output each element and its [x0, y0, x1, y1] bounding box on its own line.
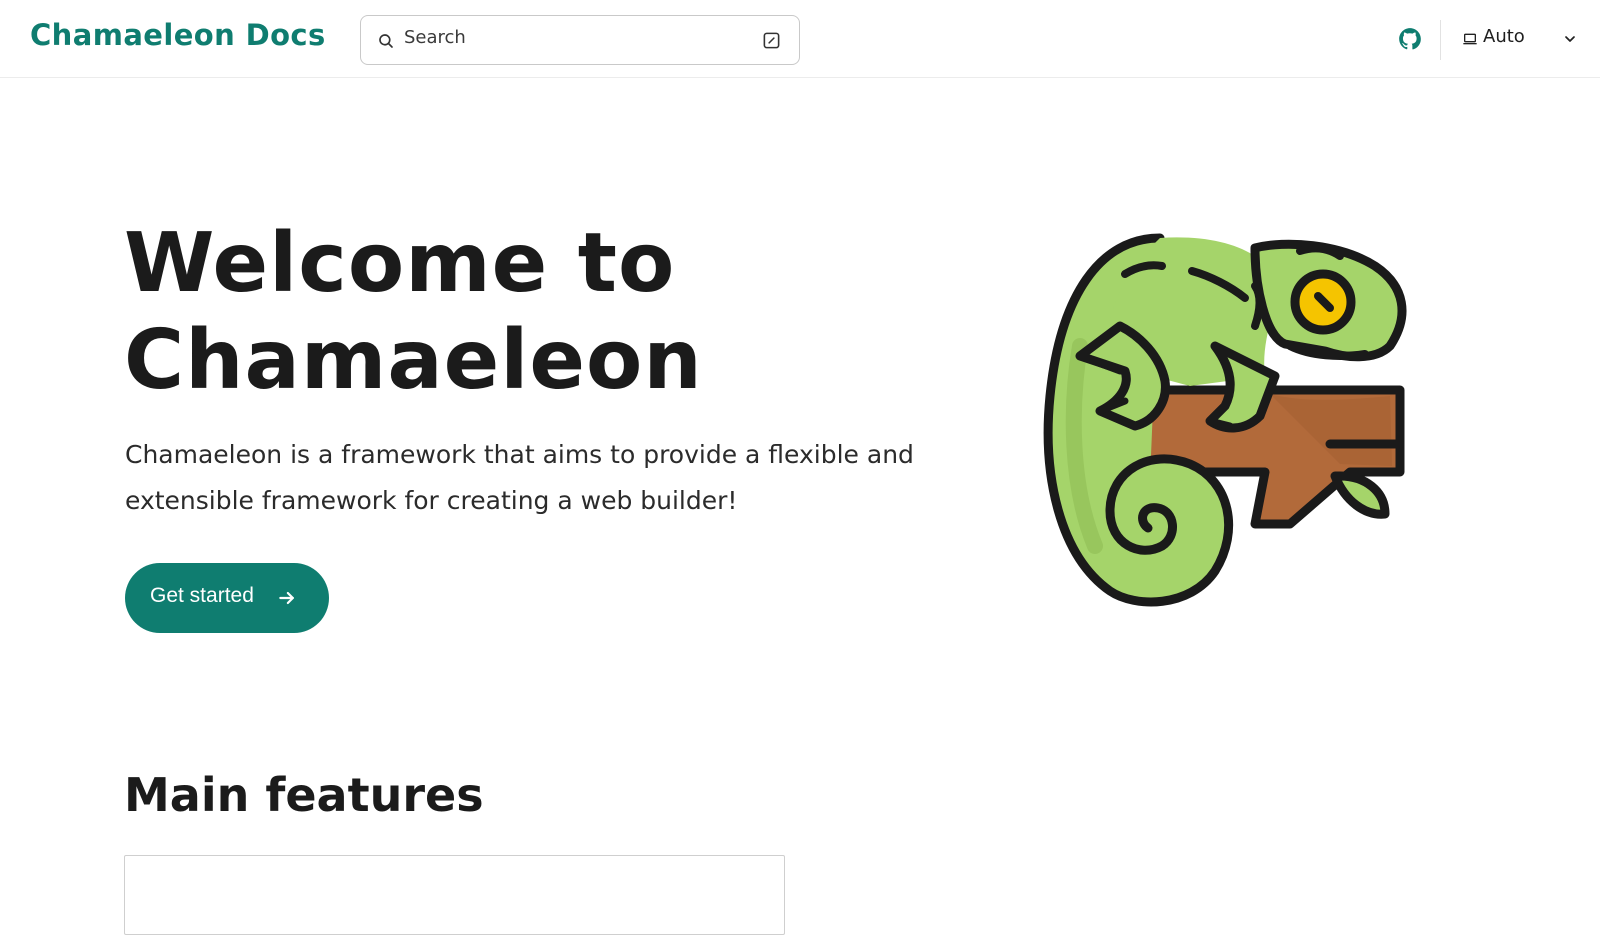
- theme-selected-value: Auto: [1483, 26, 1525, 47]
- header-divider: [1440, 20, 1441, 60]
- theme-selector[interactable]: Auto: [1460, 22, 1578, 56]
- github-icon[interactable]: [1397, 26, 1423, 52]
- hero-title-line-2: Chamaeleon: [124, 313, 703, 408]
- search-button[interactable]: Search: [360, 15, 800, 65]
- search-icon: [379, 34, 393, 48]
- chameleon-illustration: [1043, 233, 1407, 607]
- hero-description: Chamaeleon is a framework that aims to p…: [125, 432, 945, 524]
- feature-card: [124, 855, 785, 935]
- arrow-right-icon: [279, 591, 294, 605]
- laptop-icon: [1463, 33, 1477, 45]
- chevron-down-icon: [1565, 36, 1575, 42]
- get-started-label: Get started: [150, 584, 254, 607]
- hero-title: Welcome to Chamaeleon: [124, 215, 884, 409]
- hero-title-line-1: Welcome to: [124, 216, 676, 311]
- keyboard-shortcut-icon: [763, 32, 780, 49]
- search-placeholder: Search: [404, 27, 466, 48]
- hero-description-line-1: Chamaeleon is a framework that aims to p…: [125, 440, 914, 469]
- main-features-heading: Main features: [124, 768, 484, 822]
- top-navbar: Chamaeleon Docs Search Auto: [0, 0, 1600, 78]
- site-brand-link[interactable]: Chamaeleon Docs: [30, 18, 326, 52]
- get-started-button[interactable]: Get started: [125, 563, 329, 633]
- hero-description-line-2: extensible framework for creating a web …: [125, 486, 738, 515]
